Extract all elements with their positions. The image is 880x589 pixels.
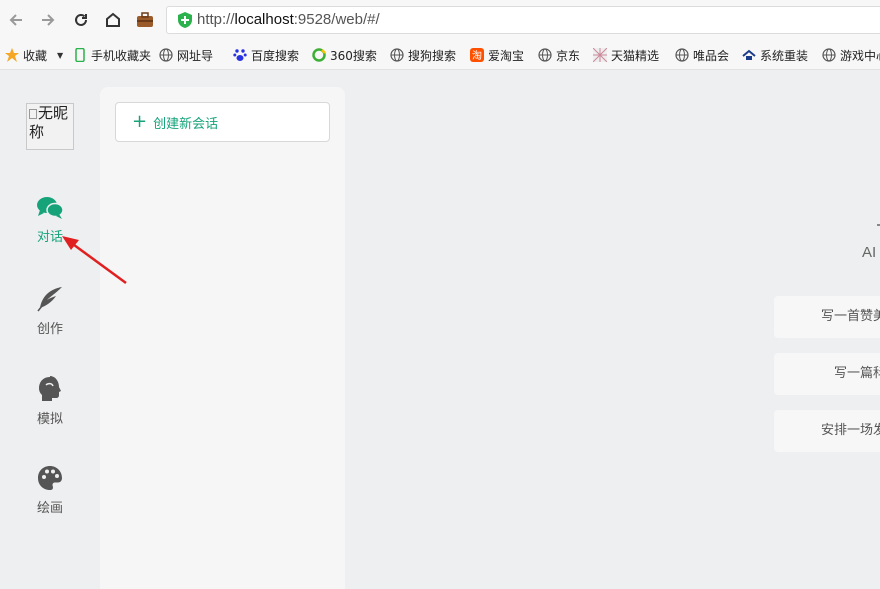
home-button[interactable]	[102, 9, 124, 31]
reload-icon	[75, 13, 87, 26]
bookmarks-bar: 收藏 ▼ 手机收藏夹 网址导 百度搜索 360搜索 搜狗搜索 淘 爱淘宝 京东 …	[0, 40, 880, 70]
plus-icon: +	[132, 111, 148, 132]
nav-item-draw[interactable]: 绘画	[20, 465, 80, 525]
bookmark-item[interactable]: 天猫精选	[593, 47, 659, 63]
chat-bubbles-icon	[37, 197, 64, 219]
reload-button[interactable]	[70, 9, 92, 31]
prompt-suggestion[interactable]: 写一首赞美	[774, 296, 880, 338]
baidu-paw-icon	[233, 48, 247, 62]
bookmark-item[interactable]: 淘 爱淘宝	[470, 47, 524, 63]
svg-text:淘: 淘	[472, 49, 482, 62]
bookmark-item[interactable]: 搜狗搜索	[390, 47, 456, 63]
bookmark-item[interactable]: 收藏 ▼	[5, 47, 63, 63]
home-icon	[106, 12, 120, 27]
globe-icon	[159, 48, 173, 62]
globe-icon	[822, 48, 836, 62]
app-sidebar: 无昵称 对话 创作 模拟 绘画	[0, 71, 100, 589]
feather-icon	[37, 287, 62, 312]
secure-shield-icon	[178, 12, 192, 28]
palette-icon	[38, 466, 62, 490]
new-conversation-button[interactable]: + 创建新会话	[115, 102, 330, 142]
briefcase-icon	[137, 12, 153, 27]
forward-arrow-icon	[42, 14, 55, 26]
head-icon	[39, 376, 61, 401]
welcome-subtitle: AI	[862, 244, 877, 261]
prompt-suggestion[interactable]: 写一篇科	[774, 353, 880, 395]
bookmark-item[interactable]: 京东	[538, 47, 580, 63]
tmall-icon	[593, 48, 607, 62]
taobao-icon: 淘	[470, 48, 484, 62]
bookmark-item[interactable]: 手机收藏夹	[73, 47, 151, 63]
globe-icon	[390, 48, 404, 62]
back-arrow-icon	[9, 14, 22, 26]
address-bar[interactable]: http://localhost:9528/web/#/	[166, 6, 880, 34]
360-icon	[312, 48, 326, 62]
bookmark-item[interactable]: 360搜索	[312, 47, 377, 63]
nav-item-simulate[interactable]: 模拟	[20, 376, 80, 436]
url-text: http://localhost:9528/web/#/	[197, 11, 380, 28]
chevron-down-icon: ▼	[57, 50, 64, 60]
avatar[interactable]: 无昵称	[26, 103, 74, 150]
prompt-suggestion[interactable]: 安排一场发	[774, 410, 880, 452]
conversation-panel: + 创建新会话	[100, 87, 345, 589]
globe-icon	[538, 48, 552, 62]
nav-item-create[interactable]: 创作	[20, 286, 80, 346]
phone-icon	[73, 48, 87, 62]
globe-icon	[675, 48, 689, 62]
browser-toolbar: http://localhost:9528/web/#/	[0, 0, 880, 40]
bookmark-item[interactable]: 游戏中心	[822, 47, 880, 63]
bookmark-item[interactable]: 网址导	[159, 47, 213, 63]
system-icon	[742, 48, 756, 62]
broken-image-icon	[29, 109, 37, 119]
star-icon	[5, 48, 19, 62]
nav-item-chat[interactable]: 对话	[20, 196, 80, 256]
bookmark-item[interactable]: 唯品会	[675, 47, 729, 63]
bookmark-item[interactable]: 百度搜索	[233, 47, 299, 63]
extension-button[interactable]	[134, 9, 156, 31]
back-button[interactable]	[5, 9, 27, 31]
bookmark-item[interactable]: 系统重装	[742, 47, 808, 63]
forward-button[interactable]	[37, 9, 59, 31]
